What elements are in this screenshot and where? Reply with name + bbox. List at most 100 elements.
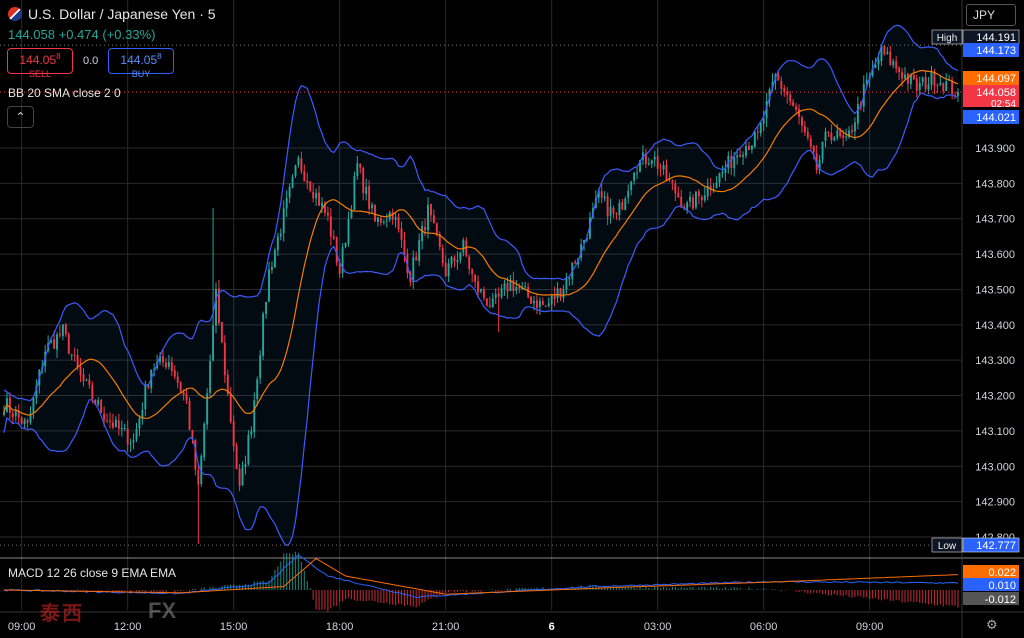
- candle-body: [600, 191, 603, 198]
- candle-body: [14, 410, 17, 417]
- candle-body: [312, 191, 315, 199]
- candle-body: [471, 268, 474, 275]
- candle-body: [901, 72, 904, 79]
- symbol-header[interactable]: U.S. Dollar / Japanese Yen · 5: [8, 6, 216, 22]
- candle-body: [895, 61, 898, 69]
- candle-body: [238, 468, 241, 486]
- candle-body: [26, 420, 29, 423]
- candle-body: [129, 443, 132, 445]
- candle-body: [480, 289, 482, 292]
- candle-body: [132, 440, 135, 443]
- candle-body: [647, 163, 650, 165]
- candle-body: [326, 212, 329, 216]
- candle-body: [904, 74, 906, 79]
- candle-body: [279, 233, 282, 237]
- candle-body: [368, 186, 371, 209]
- candle-body: [276, 236, 279, 251]
- candle-body: [82, 374, 85, 382]
- candle-body: [347, 218, 350, 244]
- candle-body: [427, 204, 429, 231]
- candle-body: [53, 339, 56, 349]
- candle-body: [176, 376, 179, 383]
- buy-label: BUY: [131, 69, 151, 79]
- candle-body: [429, 203, 432, 216]
- candle-body: [700, 196, 703, 201]
- candle-body: [394, 217, 397, 220]
- macd-badge-value: 0.022: [988, 567, 1016, 579]
- candle-body: [329, 216, 332, 237]
- macd-indicator-label[interactable]: MACD 12 26 close 9 EMA EMA: [8, 566, 176, 580]
- candle-body: [762, 118, 765, 124]
- candle-body: [759, 122, 762, 134]
- candle-body: [618, 202, 621, 216]
- candle-body: [126, 428, 129, 445]
- candle-body: [742, 154, 745, 157]
- candle-body: [491, 298, 494, 307]
- candle-body: [945, 81, 948, 91]
- candle-body: [792, 101, 795, 107]
- us-jp-flag-icon: [8, 7, 22, 21]
- candle-body: [515, 287, 518, 291]
- y-tick-label: 143.500: [975, 284, 1015, 296]
- candle-body: [745, 145, 747, 156]
- candle-body: [447, 263, 450, 277]
- candle-body: [344, 243, 347, 247]
- x-tick-label: 12:00: [114, 621, 142, 633]
- candle-body: [724, 168, 727, 173]
- countdown-label: 02:54: [991, 99, 1016, 110]
- candle-body: [556, 288, 559, 299]
- candle-body: [671, 180, 674, 183]
- candle-body: [703, 195, 706, 201]
- candle-body: [756, 131, 759, 133]
- x-tick-label: 09:00: [8, 621, 36, 633]
- candle-body: [220, 322, 223, 343]
- candle-body: [403, 240, 406, 255]
- price-badge-value: 144.058: [976, 87, 1016, 99]
- candle-body: [453, 257, 456, 262]
- buy-button[interactable]: 144.058 BUY: [108, 48, 174, 79]
- candle-body: [365, 186, 368, 195]
- candle-body: [282, 208, 285, 234]
- candle-body: [262, 313, 265, 356]
- candle-body: [32, 398, 35, 413]
- candle-body: [117, 420, 120, 429]
- candle-body: [488, 305, 491, 307]
- candle-body: [356, 163, 359, 176]
- candle-body: [162, 356, 164, 363]
- candle-body: [933, 71, 936, 87]
- candle-body: [285, 197, 288, 209]
- candle-body: [456, 259, 459, 262]
- candle-body: [547, 303, 550, 306]
- candle-body: [474, 274, 477, 282]
- candle-body: [889, 51, 892, 66]
- candle-body: [11, 413, 14, 418]
- candle-body: [809, 138, 812, 147]
- candle-body: [309, 181, 312, 191]
- candle-body: [883, 45, 886, 55]
- candle-body: [898, 67, 901, 73]
- candle-body: [535, 300, 538, 308]
- candle-body: [444, 262, 447, 277]
- gear-icon[interactable]: ⚙: [986, 617, 998, 633]
- candle-body: [315, 193, 318, 199]
- sell-button[interactable]: 144.058 SELL: [7, 48, 73, 79]
- candle-body: [20, 417, 23, 425]
- bb-indicator-label[interactable]: BB 20 SMA close 2 0: [8, 86, 121, 100]
- currency-select[interactable]: JPY: [966, 4, 1016, 26]
- candle-body: [223, 342, 226, 376]
- candle-body: [376, 217, 379, 222]
- candle-body: [3, 411, 5, 415]
- candle-body: [721, 171, 724, 174]
- candle-body: [550, 295, 553, 305]
- candle-body: [656, 155, 659, 170]
- change-abs: +0.474: [58, 27, 99, 42]
- watermark-fx-text: FX: [148, 598, 177, 623]
- candle-body: [715, 182, 718, 189]
- candle-body: [197, 469, 200, 485]
- collapse-indicators-button[interactable]: ⌃: [7, 106, 34, 128]
- macd-badge-value: -0.012: [985, 594, 1016, 606]
- price-chart[interactable]: 143.900 143.800 143.700 143.600 143.500 143.4…: [0, 0, 1024, 638]
- candle-body: [247, 434, 250, 464]
- candle-body: [694, 191, 697, 208]
- candle-body: [273, 250, 276, 268]
